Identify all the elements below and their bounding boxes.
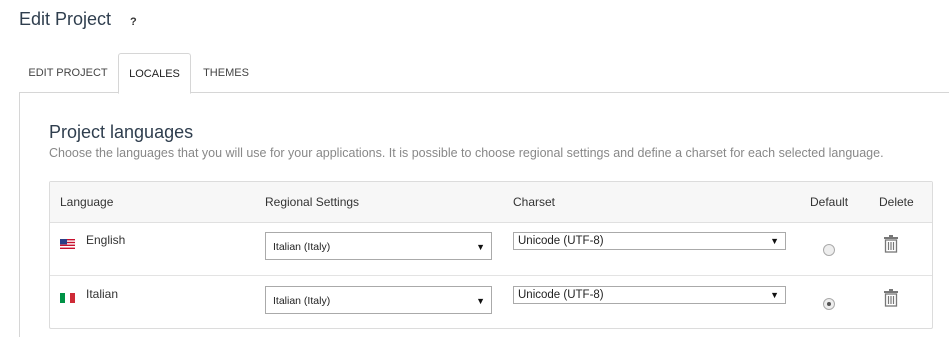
default-radio[interactable] <box>823 298 835 310</box>
italy-flag-icon <box>60 293 75 303</box>
tab-locales[interactable]: LOCALES <box>118 53 191 94</box>
charset-select[interactable]: Unicode (UTF-8) ▼ <box>513 286 786 304</box>
column-header-charset: Charset <box>513 195 556 209</box>
column-header-language: Language <box>60 195 114 209</box>
languages-table: Language Regional Settings Charset Defau… <box>49 181 933 329</box>
column-header-delete: Delete <box>879 195 914 209</box>
charset-value: Unicode (UTF-8) <box>518 289 604 301</box>
section-title: Project languages <box>49 122 194 142</box>
regional-settings-value: Italian (Italy) <box>273 295 331 307</box>
column-header-default: Default <box>810 195 849 209</box>
triangle-down-icon: ▼ <box>770 236 779 246</box>
table-row: English Italian (Italy) ▼ Unicode (UTF-8… <box>50 222 932 274</box>
regional-settings-value: Italian (Italy) <box>273 241 331 253</box>
language-name: English <box>86 233 126 247</box>
tab-themes[interactable]: THEMES <box>193 53 259 92</box>
tab-bar: EDIT PROJECT LOCALES THEMES <box>19 53 949 94</box>
tab-edit-project[interactable]: EDIT PROJECT <box>19 53 117 92</box>
help-icon[interactable]: ? <box>130 16 137 28</box>
charset-select[interactable]: Unicode (UTF-8) ▼ <box>513 232 786 250</box>
page-title: Edit Project <box>19 9 112 29</box>
column-header-regional-settings: Regional Settings <box>265 195 360 209</box>
table-header: Language Regional Settings Charset Defau… <box>50 182 932 223</box>
regional-settings-select[interactable]: Italian (Italy) ▼ <box>265 286 492 314</box>
default-radio[interactable] <box>823 244 835 256</box>
trash-icon[interactable] <box>883 235 899 253</box>
section-description: Choose the languages that you will use f… <box>49 146 884 160</box>
table-row: Italian Italian (Italy) ▼ Unicode (UTF-8… <box>50 275 932 328</box>
triangle-down-icon: ▼ <box>770 290 779 300</box>
language-name: Italian <box>86 287 119 301</box>
triangle-down-icon: ▼ <box>476 296 485 306</box>
us-flag-icon <box>60 239 75 249</box>
charset-value: Unicode (UTF-8) <box>518 235 604 247</box>
regional-settings-select[interactable]: Italian (Italy) ▼ <box>265 232 492 260</box>
triangle-down-icon: ▼ <box>476 242 485 252</box>
trash-icon[interactable] <box>883 289 899 307</box>
